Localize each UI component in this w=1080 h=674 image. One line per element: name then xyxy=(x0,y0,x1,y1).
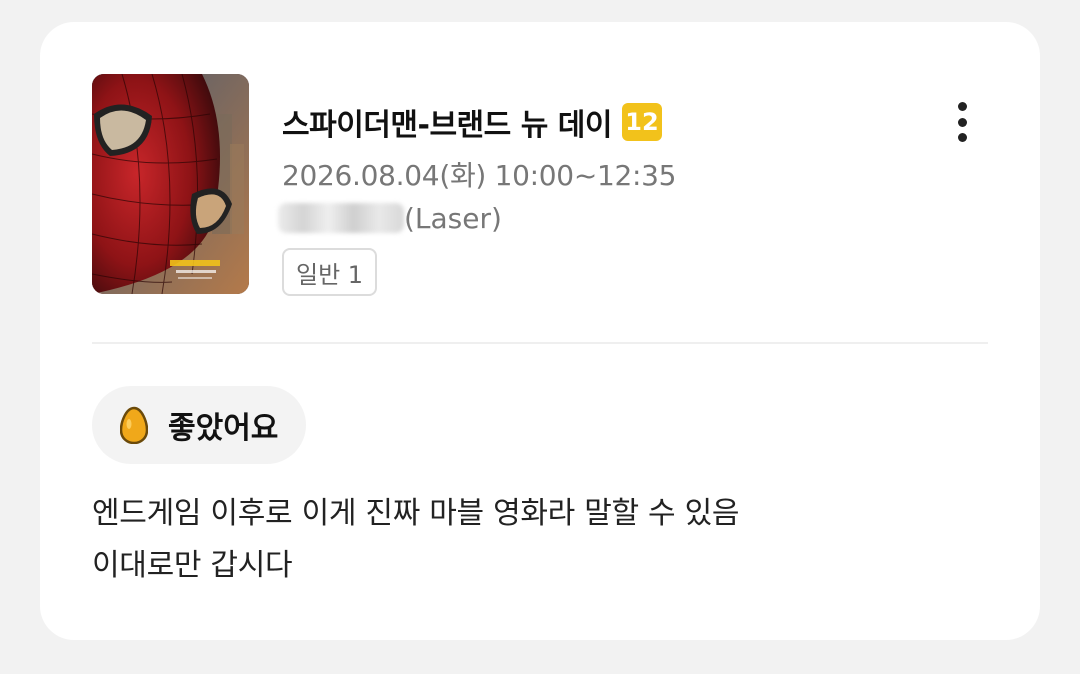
egg-icon xyxy=(120,406,148,444)
divider xyxy=(92,342,988,344)
movie-poster[interactable] xyxy=(92,74,249,294)
theater-format: (Laser) xyxy=(404,201,502,235)
review-line: 엔드게임 이후로 이게 진짜 마블 영화라 말할 수 있음 xyxy=(92,496,740,531)
review-line: 이대로만 갑시다 xyxy=(92,548,293,583)
more-vertical-icon-dot xyxy=(957,117,967,127)
age-rating-badge: 12 xyxy=(621,103,662,141)
blurred-theater-name xyxy=(278,203,404,233)
poster-image xyxy=(92,74,249,294)
seat-type-badge: 일반 1 xyxy=(282,248,378,296)
reaction-chip: 좋았어요 xyxy=(92,386,307,464)
reaction-label: 좋았어요 xyxy=(168,411,279,446)
more-options-button[interactable] xyxy=(946,98,978,146)
more-vertical-icon xyxy=(957,102,967,111)
review-text: 엔드게임 이후로 이게 진짜 마블 영화라 말할 수 있음 이대로만 갑시다 xyxy=(92,488,992,592)
screening-datetime: 2026.08.04(화) 10:00~12:35 xyxy=(282,159,677,192)
title-row: 스파이더맨-브랜드 뉴 데이 12 xyxy=(282,100,662,144)
more-vertical-icon-dot xyxy=(957,133,967,142)
theater-info: (Laser) xyxy=(278,198,502,238)
review-card: 스파이더맨-브랜드 뉴 데이 12 2026.08.04(화) 10:00~12… xyxy=(40,22,1040,640)
movie-title[interactable]: 스파이더맨-브랜드 뉴 데이 xyxy=(282,100,612,144)
